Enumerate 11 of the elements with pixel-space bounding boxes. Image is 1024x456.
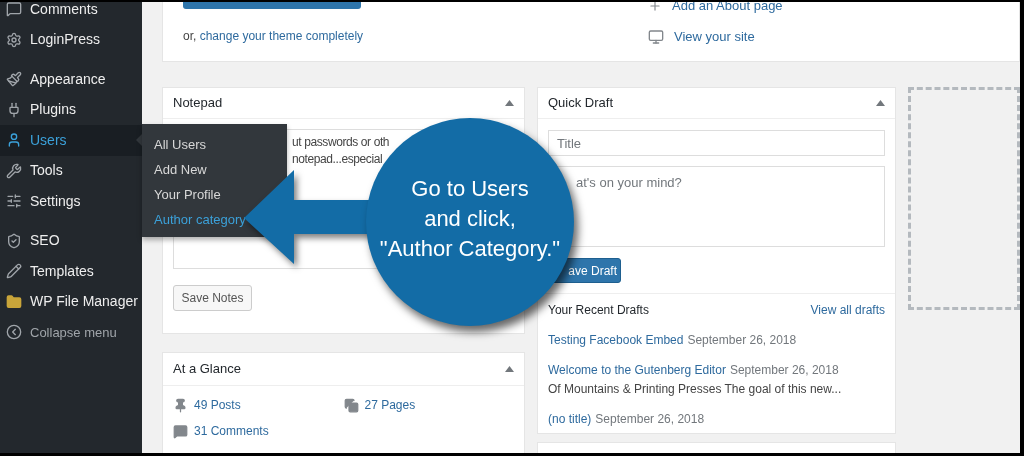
change-theme-prefix: or, <box>183 29 198 43</box>
draft-excerpt: Of Mountains & Printing Presses The goal of this new... <box>548 381 843 398</box>
draft-date: September 26, 2018 <box>729 362 839 379</box>
panel-title: Quick Draft <box>548 94 613 113</box>
draft-date: September 26, 2018 <box>595 411 705 428</box>
recent-drafts-heading: Your Recent Drafts <box>548 302 649 319</box>
panel-title: At a Glance <box>173 360 241 379</box>
draft-date: September 26, 2018 <box>687 332 797 349</box>
panel-title: Notepad <box>173 94 223 113</box>
callout-text: Go to Users <box>411 175 529 203</box>
callout-text: and click, <box>424 205 516 233</box>
